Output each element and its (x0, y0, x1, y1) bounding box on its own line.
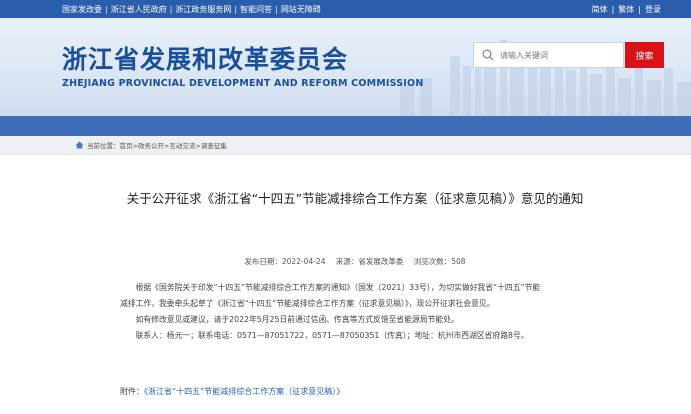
site-header: 浙江省发展和改革委员会 ZHEJIANG PROVINCIAL DEVELOPM… (0, 18, 691, 116)
search-box (473, 42, 624, 68)
search-button[interactable]: 搜索 (625, 42, 664, 68)
breadcrumb-bar: 当前位置：首页>政务公开>互动交流>调查征集 (0, 136, 691, 155)
breadcrumb: 当前位置：首页>政务公开>互动交流>调查征集 (75, 140, 227, 150)
top-link-qa[interactable]: 智能问答 (240, 4, 272, 15)
top-utility-bar: 国家发改委 | 浙江省人民政府 | 浙江政务服务网 | 智能问答 | 网站无障碍… (0, 0, 691, 18)
separator: | (611, 4, 615, 14)
top-link-accessibility[interactable]: 网站无障碍 (281, 4, 321, 15)
top-right-links: 简体 | 繁体 | 登录 (592, 0, 661, 18)
article-title: 关于公开征求《浙江省“十四五”节能减排综合工作方案（征求意见稿）》意见的通知 (126, 191, 584, 206)
top-link-ndrc[interactable]: 国家发改委 (62, 4, 102, 15)
attachment: 附件：《浙江省“十四五”节能减排综合工作方案（征求意见稿）》 (120, 386, 344, 397)
top-links: 国家发改委 | 浙江省人民政府 | 浙江政务服务网 | 智能问答 | 网站无障碍 (62, 0, 321, 18)
attachment-link[interactable]: 《浙江省“十四五”节能减排综合工作方案（征求意见稿）》 (144, 387, 344, 396)
article-meta: 发布日期：2022-04-24 来源：省发展改革委 浏览次数：508 (120, 256, 590, 267)
attachment-label: 附件： (120, 387, 144, 396)
article-paragraph: 根据《国务院关于印发“十四五”节能减排综合工作方案的通知》（国发〔2021〕33… (120, 283, 541, 308)
breadcrumb-text[interactable]: 当前位置：首页>政务公开>互动交流>调查征集 (87, 140, 227, 150)
top-link-zj-gov[interactable]: 浙江省人民政府 (111, 4, 167, 15)
article-source: 来源：省发展改革委 (335, 257, 404, 266)
separator: | (275, 4, 278, 14)
login-link[interactable]: 登录 (645, 4, 661, 15)
article-paragraph: 联系人：杨元一；联系电话：0571—87051722，0571—87050351… (135, 331, 529, 340)
site-logo-subtitle: ZHEJIANG PROVINCIAL DEVELOPMENT AND REFO… (62, 78, 424, 89)
publish-date: 发布日期：2022-04-24 (244, 257, 326, 266)
site-logo-title[interactable]: 浙江省发展和改革委员会 (62, 40, 348, 76)
separator: | (638, 4, 641, 14)
home-icon (75, 141, 84, 149)
search-input[interactable] (500, 46, 620, 64)
view-count: 浏览次数：508 (413, 257, 466, 266)
separator: | (234, 4, 238, 14)
simplified-link[interactable]: 简体 (592, 4, 608, 15)
article-body: 根据《国务院关于印发“十四五”节能减排综合工作方案的通知》（国发〔2021〕33… (120, 280, 542, 344)
separator: | (105, 4, 108, 14)
traditional-link[interactable]: 繁体 (618, 4, 634, 15)
nav-band (0, 116, 691, 136)
article-paragraph: 如有修改意见或建议，请于2022年5月25日前通过信函、传真等方式反馈至省能源局… (135, 315, 459, 324)
search-icon (482, 49, 494, 61)
top-link-zj-service[interactable]: 浙江政务服务网 (175, 4, 231, 15)
separator: | (169, 4, 173, 14)
